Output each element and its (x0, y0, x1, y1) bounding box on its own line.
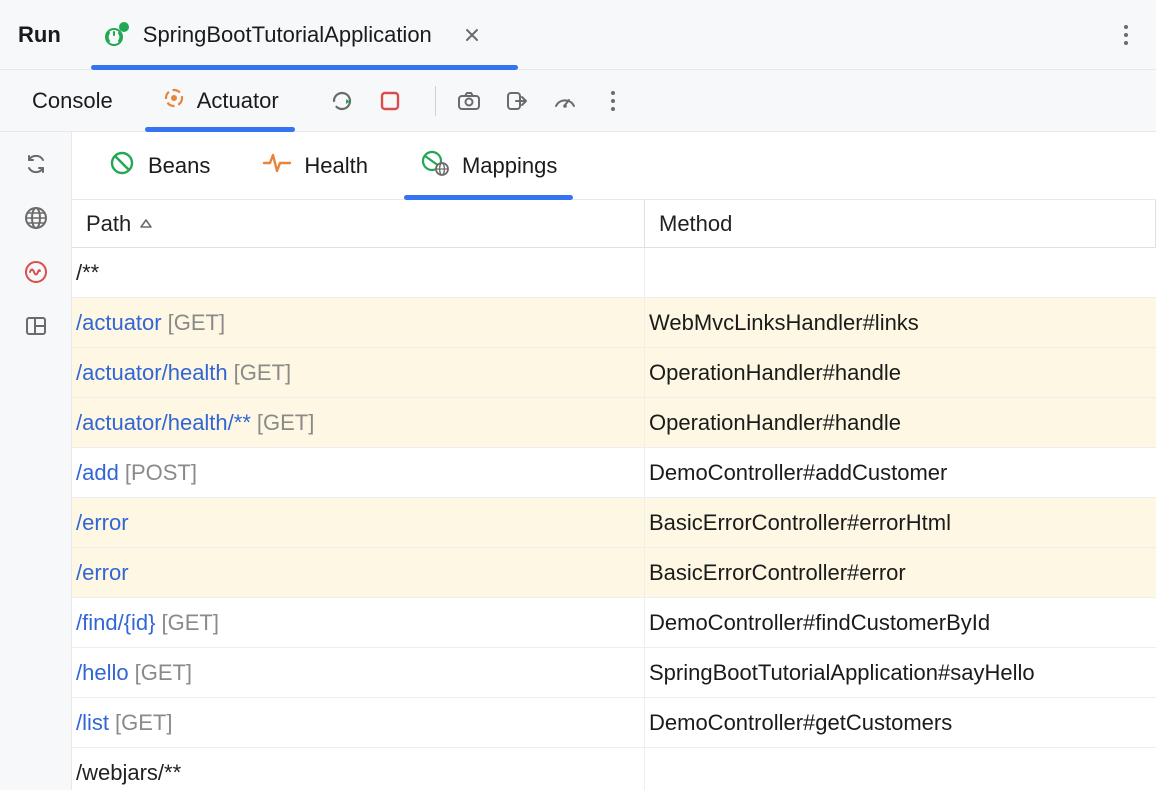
exit-icon[interactable] (504, 88, 530, 114)
path-cell: /actuator/health [GET] (72, 348, 645, 397)
mappings-tab-label: Mappings (462, 153, 557, 179)
run-config-name: SpringBootTutorialApplication (143, 22, 432, 48)
toolbar: Console Actuator (0, 70, 1156, 132)
path-cell: /hello [GET] (72, 648, 645, 697)
sort-asc-icon (139, 217, 153, 231)
toolbar-divider (435, 86, 436, 116)
run-panel-label: Run (18, 22, 61, 48)
health-tab[interactable]: Health (256, 132, 374, 199)
more-icon[interactable] (600, 88, 626, 114)
http-verb: [GET] (168, 310, 225, 336)
column-method-label: Method (659, 211, 732, 237)
table-row[interactable]: /actuator [GET]WebMvcLinksHandler#links (72, 298, 1156, 348)
actuator-tab[interactable]: Actuator (151, 70, 289, 131)
column-path[interactable]: Path (72, 200, 645, 247)
path-link[interactable]: /list (76, 710, 109, 736)
console-tab[interactable]: Console (22, 70, 123, 131)
table-row[interactable]: /actuator/health/** [GET]OperationHandle… (72, 398, 1156, 448)
layout-icon[interactable] (20, 310, 52, 342)
http-verb: [GET] (115, 710, 172, 736)
refresh-icon[interactable] (20, 148, 52, 180)
path-link[interactable]: /actuator/health/** (76, 410, 251, 436)
mappings-icon (420, 149, 450, 183)
stop-icon[interactable] (377, 88, 403, 114)
table-row[interactable]: /find/{id} [GET]DemoController#findCusto… (72, 598, 1156, 648)
sub-tabs: Beans Health Mappings (72, 132, 1156, 200)
beans-icon (108, 149, 136, 183)
method-cell (645, 748, 1156, 790)
mappings-table: Path Method /**/actuator [GET]WebMvcLink… (72, 200, 1156, 790)
table-row[interactable]: /error BasicErrorController#error (72, 548, 1156, 598)
table-row[interactable]: /error BasicErrorController#errorHtml (72, 498, 1156, 548)
path-link[interactable]: /error (76, 510, 129, 536)
http-verb: [POST] (125, 460, 197, 486)
method-cell: BasicErrorController#errorHtml (645, 498, 1156, 547)
path-text: /** (76, 260, 99, 286)
http-verb: [GET] (234, 360, 291, 386)
path-link[interactable]: /find/{id} (76, 610, 156, 636)
method-cell: DemoController#addCustomer (645, 448, 1156, 497)
http-verb: [GET] (257, 410, 314, 436)
mappings-tab[interactable]: Mappings (414, 132, 563, 199)
path-link[interactable]: /actuator/health (76, 360, 228, 386)
path-cell: /error (72, 498, 645, 547)
gauge-icon[interactable] (552, 88, 578, 114)
health-icon (262, 151, 292, 181)
path-cell: /add [POST] (72, 448, 645, 497)
metrics-icon[interactable] (20, 256, 52, 288)
column-path-label: Path (86, 211, 131, 237)
beans-tab[interactable]: Beans (102, 132, 216, 199)
method-cell: DemoController#getCustomers (645, 698, 1156, 747)
path-cell: /** (72, 248, 645, 297)
table-row[interactable]: /hello [GET]SpringBootTutorialApplicatio… (72, 648, 1156, 698)
method-cell: BasicErrorController#error (645, 548, 1156, 597)
run-config-icon (103, 21, 131, 49)
path-cell: /actuator [GET] (72, 298, 645, 347)
http-verb: [GET] (162, 610, 219, 636)
path-text: /webjars/** (76, 760, 181, 786)
top-bar: Run SpringBootTutorialApplication (0, 0, 1156, 70)
body-area: Beans Health Mappings (0, 132, 1156, 790)
rerun-icon[interactable] (329, 88, 355, 114)
table-body: /**/actuator [GET]WebMvcLinksHandler#lin… (72, 248, 1156, 790)
table-row[interactable]: /** (72, 248, 1156, 298)
method-cell: OperationHandler#handle (645, 398, 1156, 447)
actuator-tab-label: Actuator (197, 88, 279, 114)
method-cell (645, 248, 1156, 297)
run-config-tab[interactable]: SpringBootTutorialApplication (101, 0, 490, 69)
column-method[interactable]: Method (645, 200, 1156, 247)
path-link[interactable]: /actuator (76, 310, 162, 336)
path-cell: /find/{id} [GET] (72, 598, 645, 647)
beans-tab-label: Beans (148, 153, 210, 179)
path-link[interactable]: /error (76, 560, 129, 586)
path-cell: /webjars/** (72, 748, 645, 790)
content-area: Beans Health Mappings (72, 132, 1156, 790)
table-row[interactable]: /webjars/** (72, 748, 1156, 790)
method-cell: DemoController#findCustomerById (645, 598, 1156, 647)
close-icon[interactable] (462, 25, 482, 45)
table-row[interactable]: /actuator/health [GET]OperationHandler#h… (72, 348, 1156, 398)
path-cell: /error (72, 548, 645, 597)
table-row[interactable]: /add [POST]DemoController#addCustomer (72, 448, 1156, 498)
console-tab-label: Console (32, 88, 113, 114)
http-verb: [GET] (135, 660, 192, 686)
globe-icon[interactable] (20, 202, 52, 234)
camera-icon[interactable] (456, 88, 482, 114)
table-header: Path Method (72, 200, 1156, 248)
table-row[interactable]: /list [GET]DemoController#getCustomers (72, 698, 1156, 748)
path-link[interactable]: /hello (76, 660, 129, 686)
actuator-icon (161, 85, 187, 117)
method-cell: WebMvcLinksHandler#links (645, 298, 1156, 347)
method-cell: SpringBootTutorialApplication#sayHello (645, 648, 1156, 697)
path-cell: /actuator/health/** [GET] (72, 398, 645, 447)
health-tab-label: Health (304, 153, 368, 179)
path-link[interactable]: /add (76, 460, 119, 486)
sidebar (0, 132, 72, 790)
more-menu-icon[interactable] (1114, 23, 1138, 47)
path-cell: /list [GET] (72, 698, 645, 747)
method-cell: OperationHandler#handle (645, 348, 1156, 397)
